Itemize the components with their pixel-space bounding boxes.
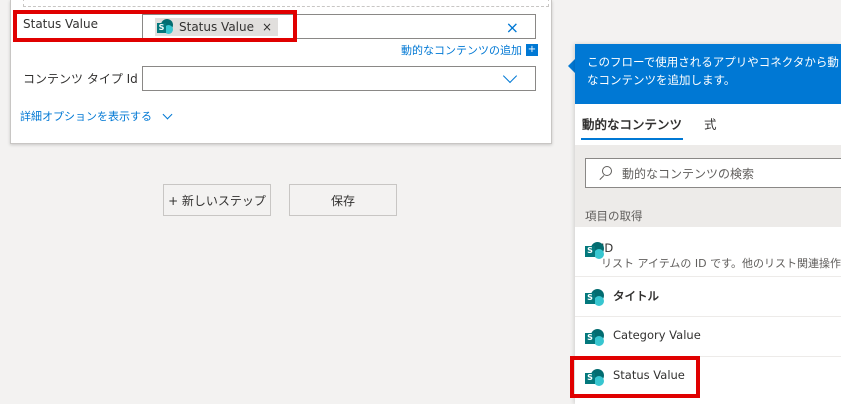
save-button[interactable]: 保存 [289, 184, 397, 216]
dynamic-content-panel: このフローで使用されるアプリやコネクタから動 なコンテンツを追加します。 動的な… [575, 44, 841, 404]
list-item-id[interactable]: S ID リスト アイテムの ID です。他のリスト関連操作 [585, 241, 841, 271]
show-advanced-options-link[interactable]: 詳細オプションを表示する [20, 108, 173, 124]
content-type-id-label: コンテンツ タイプ Id [23, 72, 138, 86]
banner-line-2: なコンテンツを追加します。 [587, 73, 736, 87]
tab-dynamic-content[interactable]: 動的なコンテンツ [582, 114, 682, 133]
item-name: Category Value [613, 328, 701, 342]
add-dynamic-content-label: 動的なコンテンツの追加 [401, 44, 522, 57]
search-icon [598, 166, 612, 180]
sharepoint-icon: S [585, 329, 605, 347]
dashed-separator [23, 0, 549, 7]
new-step-button[interactable]: + 新しいステップ [163, 184, 271, 216]
chevron-down-icon [502, 68, 518, 84]
tab-expression[interactable]: 式 [704, 114, 717, 133]
add-dynamic-content-link[interactable]: 動的なコンテンツの追加 + [401, 42, 538, 58]
highlight-box [570, 356, 700, 398]
divider [575, 316, 841, 317]
chevron-down-icon [162, 109, 173, 119]
show-advanced-options-label: 詳細オプションを表示する [20, 110, 152, 123]
search-placeholder: 動的なコンテンツの検索 [622, 166, 755, 181]
list-item-category-value[interactable]: S Category Value [585, 328, 841, 347]
divider [575, 276, 841, 277]
section-header: 項目の取得 [575, 203, 841, 227]
search-input[interactable]: 動的なコンテンツの検索 [585, 158, 841, 188]
sharepoint-icon: S [585, 289, 605, 307]
content-type-id-dropdown[interactable] [142, 66, 536, 91]
clear-icon[interactable]: × [506, 18, 519, 37]
info-banner: このフローで使用されるアプリやコネクタから動 なコンテンツを追加します。 [575, 44, 841, 104]
highlight-box [13, 10, 297, 42]
sharepoint-icon: S [585, 242, 604, 260]
add-icon: + [526, 44, 538, 56]
list-item-title[interactable]: S タイトル [585, 288, 841, 307]
banner-line-1: このフローで使用されるアプリやコネクタから動 [587, 55, 839, 69]
item-name: タイトル [613, 289, 659, 303]
active-tab-indicator [581, 138, 683, 140]
item-description: リスト アイテムの ID です。他のリスト関連操作 [600, 257, 841, 270]
item-name: ID [600, 241, 614, 255]
